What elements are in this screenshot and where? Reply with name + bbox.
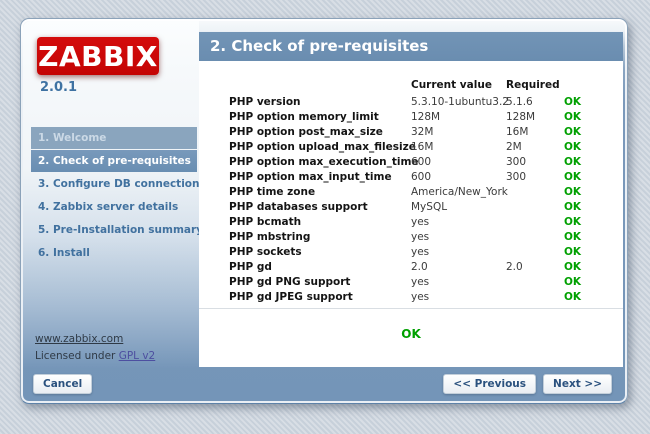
zabbix-logo: ZABBIX: [37, 37, 159, 75]
row-status: OK: [564, 276, 623, 288]
row-required-value: 5.1.6: [506, 96, 564, 108]
table-header-row: Current value Required: [229, 77, 623, 92]
overall-status: OK: [199, 327, 623, 341]
row-name: PHP version: [229, 96, 411, 108]
wizard-steps: 1. Welcome 2. Check of pre-requisites 3.…: [31, 127, 197, 265]
row-status: OK: [564, 186, 623, 198]
wizard-step[interactable]: 1. Welcome: [31, 127, 197, 149]
prerequisites-table: Current value Required PHP version 5.3.1…: [199, 77, 623, 304]
row-required-value: 2M: [506, 141, 564, 153]
row-current-value: 5.3.10-1ubuntu3.2: [411, 96, 506, 108]
table-row: PHP sockets yes OK: [229, 244, 623, 259]
row-status: OK: [564, 291, 623, 303]
wizard-step[interactable]: 2. Check of pre-requisites: [31, 150, 197, 172]
wizard-step[interactable]: 5. Pre-Installation summary: [31, 219, 197, 241]
row-name: PHP gd: [229, 261, 411, 273]
setup-wizard-dialog: ZABBIX 2.0.1 1. Welcome 2. Check of pre-…: [20, 18, 628, 404]
license-text: Licensed under: [35, 350, 119, 362]
table-row: PHP option upload_max_filesize 16M 2M OK: [229, 139, 623, 154]
row-name: PHP gd JPEG support: [229, 291, 411, 303]
previous-button[interactable]: << Previous: [443, 374, 536, 394]
sidebar: ZABBIX 2.0.1 1. Welcome 2. Check of pre-…: [23, 21, 199, 369]
prerequisites-panel: Current value Required PHP version 5.3.1…: [199, 61, 623, 367]
table-row: PHP gd PNG support yes OK: [229, 274, 623, 289]
table-row: PHP mbstring yes OK: [229, 229, 623, 244]
row-current-value: 32M: [411, 126, 506, 138]
row-required-value: 300: [506, 156, 564, 168]
row-name: PHP option max_execution_time: [229, 156, 411, 168]
wizard-step-label: 6. Install: [38, 247, 90, 259]
row-status: OK: [564, 156, 623, 168]
table-row: PHP gd JPEG support yes OK: [229, 289, 623, 304]
row-required-value: 2.0: [506, 261, 564, 273]
row-current-value: 16M: [411, 141, 506, 153]
row-current-value: America/New_York: [411, 186, 506, 198]
row-current-value: 600: [411, 156, 506, 168]
row-name: PHP option memory_limit: [229, 111, 411, 123]
row-name: PHP option max_input_time: [229, 171, 411, 183]
version-label: 2.0.1: [40, 80, 77, 95]
row-name: PHP databases support: [229, 201, 411, 213]
row-name: PHP bcmath: [229, 216, 411, 228]
wizard-step-label: 1. Welcome: [38, 132, 106, 144]
row-current-value: 600: [411, 171, 506, 183]
wizard-step[interactable]: 4. Zabbix server details: [31, 196, 197, 218]
row-name: PHP option upload_max_filesize: [229, 141, 411, 153]
row-name: PHP time zone: [229, 186, 411, 198]
table-row: PHP option max_input_time 600 300 OK: [229, 169, 623, 184]
row-status: OK: [564, 216, 623, 228]
row-status: OK: [564, 96, 623, 108]
zabbix-logo-text: ZABBIX: [38, 40, 158, 73]
sidebar-links: www.zabbix.com Licensed under GPL v2: [35, 333, 155, 362]
cancel-button[interactable]: Cancel: [33, 374, 92, 394]
row-current-value: MySQL: [411, 201, 506, 213]
wizard-step-label: 3. Configure DB connection: [38, 178, 200, 190]
row-status: OK: [564, 261, 623, 273]
row-status: OK: [564, 201, 623, 213]
row-name: PHP gd PNG support: [229, 276, 411, 288]
row-status: OK: [564, 111, 623, 123]
row-status: OK: [564, 141, 623, 153]
col-header-current: Current value: [411, 79, 506, 91]
row-current-value: yes: [411, 276, 506, 288]
table-row: PHP databases support MySQL OK: [229, 199, 623, 214]
table-row: PHP option max_execution_time 600 300 OK: [229, 154, 623, 169]
row-current-value: 128M: [411, 111, 506, 123]
table-separator: [199, 308, 623, 309]
table-rows: PHP version 5.3.10-1ubuntu3.2 5.1.6 OK P…: [229, 94, 623, 304]
row-status: OK: [564, 231, 623, 243]
row-status: OK: [564, 246, 623, 258]
row-required-value: 128M: [506, 111, 564, 123]
page-title: 2. Check of pre-requisites: [199, 32, 623, 61]
row-name: PHP mbstring: [229, 231, 411, 243]
wizard-step-label: 5. Pre-Installation summary: [38, 224, 203, 236]
table-row: PHP bcmath yes OK: [229, 214, 623, 229]
zabbix-site-link[interactable]: www.zabbix.com: [35, 333, 123, 345]
col-header-required: Required: [506, 79, 564, 91]
table-row: PHP version 5.3.10-1ubuntu3.2 5.1.6 OK: [229, 94, 623, 109]
wizard-step-label: 2. Check of pre-requisites: [38, 155, 191, 167]
table-row: PHP option memory_limit 128M 128M OK: [229, 109, 623, 124]
row-current-value: yes: [411, 216, 506, 228]
row-current-value: yes: [411, 291, 506, 303]
wizard-step[interactable]: 3. Configure DB connection: [31, 173, 197, 195]
row-current-value: yes: [411, 231, 506, 243]
row-name: PHP option post_max_size: [229, 126, 411, 138]
table-row: PHP time zone America/New_York OK: [229, 184, 623, 199]
row-required-value: 300: [506, 171, 564, 183]
gpl-license-link[interactable]: GPL v2: [119, 350, 156, 362]
row-current-value: 2.0: [411, 261, 506, 273]
wizard-step-label: 4. Zabbix server details: [38, 201, 178, 213]
table-row: PHP option post_max_size 32M 16M OK: [229, 124, 623, 139]
row-current-value: yes: [411, 246, 506, 258]
row-required-value: 16M: [506, 126, 564, 138]
row-status: OK: [564, 126, 623, 138]
next-button[interactable]: Next >>: [543, 374, 612, 394]
wizard-step[interactable]: 6. Install: [31, 242, 197, 264]
row-status: OK: [564, 171, 623, 183]
row-name: PHP sockets: [229, 246, 411, 258]
table-row: PHP gd 2.0 2.0 OK: [229, 259, 623, 274]
